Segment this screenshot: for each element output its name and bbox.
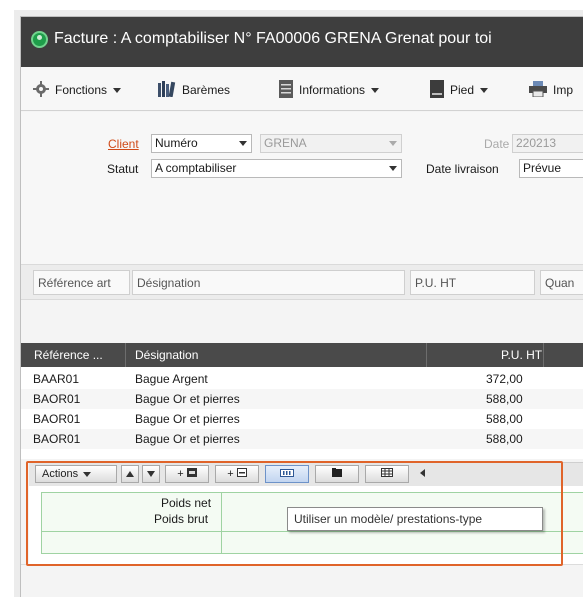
column-divider <box>543 343 544 367</box>
cell-reference: BAOR01 <box>33 432 81 446</box>
client-type-select[interactable]: Numéro <box>151 134 252 153</box>
toolbar-imprimer[interactable]: Imp <box>529 80 573 100</box>
toolbar-pied[interactable]: Pied <box>430 79 489 101</box>
date-field[interactable]: 220213 <box>512 134 583 153</box>
chevron-down-icon <box>389 166 397 171</box>
toolbar-baremes[interactable]: Barèmes <box>158 80 230 100</box>
client-code-field[interactable]: GRENA <box>260 134 402 153</box>
cell-reference: BAOR01 <box>33 412 81 426</box>
document-icon <box>279 79 293 101</box>
page-icon <box>430 79 444 101</box>
cell-designation: Bague Or et pierres <box>135 412 240 426</box>
client-link[interactable]: Client <box>108 137 139 151</box>
entry-reference-field[interactable]: Référence art <box>33 270 130 295</box>
cell-reference: BAOR01 <box>33 392 81 406</box>
statut-label: Statut <box>107 162 139 176</box>
date-value: 220213 <box>516 136 557 150</box>
bottom-area <box>21 564 583 597</box>
livraison-label: Date livraison <box>426 162 499 176</box>
column-pu[interactable]: P.U. HT <box>501 348 542 362</box>
entry-designation-field[interactable]: Désignation <box>132 270 405 295</box>
cell-pu: 588,00 <box>486 432 523 446</box>
cell-pu: 372,00 <box>486 372 523 386</box>
toolbar-informations-label: Informations <box>299 83 366 97</box>
client-type-value: Numéro <box>155 136 198 150</box>
highlight-frame <box>26 461 563 566</box>
books-icon <box>158 80 176 100</box>
chevron-down-icon <box>389 141 397 146</box>
cell-pu: 588,00 <box>486 392 523 406</box>
table-row[interactable]: BAOR01 Bague Or et pierres 588,00 <box>21 429 583 449</box>
title-bar: Facture : A comptabiliser N° FA00006 GRE… <box>21 17 583 67</box>
column-designation[interactable]: Désignation <box>135 348 198 362</box>
chevron-down-icon <box>239 141 247 146</box>
statut-select[interactable]: A comptabiliser <box>151 159 402 178</box>
cell-designation: Bague Or et pierres <box>135 432 240 446</box>
column-reference[interactable]: Référence ... <box>34 348 103 362</box>
window-title: Facture : A comptabiliser N° FA00006 GRE… <box>54 30 492 47</box>
gear-icon <box>33 80 49 100</box>
table-row[interactable]: BAOR01 Bague Or et pierres 588,00 <box>21 409 583 429</box>
toolbar: Fonctions Barèmes Informations Pied Imp <box>21 67 583 111</box>
entry-pu-field[interactable]: P.U. HT <box>410 270 535 295</box>
chevron-down-icon <box>480 87 489 93</box>
client-code-value: GRENA <box>264 136 307 150</box>
app-logo-icon <box>31 31 48 48</box>
grid-body: BAAR01 Bague Argent 372,00 BAOR01 Bague … <box>21 367 583 459</box>
line-entry-row: Référence art Désignation P.U. HT Quan <box>21 264 583 300</box>
grid-header: Référence ... Désignation P.U. HT <box>21 343 583 367</box>
column-divider <box>125 343 126 367</box>
table-row[interactable]: BAOR01 Bague Or et pierres 588,00 <box>21 389 583 409</box>
table-row[interactable]: BAAR01 Bague Argent 372,00 <box>21 369 583 389</box>
chevron-down-icon <box>113 87 122 93</box>
toolbar-fonctions-label: Fonctions <box>55 83 108 97</box>
toolbar-informations[interactable]: Informations <box>279 79 380 101</box>
cell-reference: BAAR01 <box>33 372 80 386</box>
toolbar-imprimer-label: Imp <box>553 83 574 97</box>
statut-value: A comptabiliser <box>155 161 237 175</box>
cell-designation: Bague Or et pierres <box>135 392 240 406</box>
toolbar-fonctions[interactable]: Fonctions <box>33 80 122 100</box>
livraison-value: Prévue <box>523 161 562 175</box>
spacer <box>21 300 583 343</box>
column-divider <box>426 343 427 367</box>
date-label: Date <box>484 137 510 151</box>
cell-designation: Bague Argent <box>135 372 208 386</box>
invoice-header-form: Client Numéro GRENA Date 220213 Statut A… <box>21 112 583 264</box>
printer-icon <box>529 80 547 100</box>
entry-quantite-field[interactable]: Quan <box>540 270 583 295</box>
toolbar-pied-label: Pied <box>450 83 475 97</box>
toolbar-baremes-label: Barèmes <box>182 83 231 97</box>
cell-pu: 588,00 <box>486 412 523 426</box>
livraison-select[interactable]: Prévue <box>519 159 583 178</box>
chevron-down-icon <box>371 87 380 93</box>
